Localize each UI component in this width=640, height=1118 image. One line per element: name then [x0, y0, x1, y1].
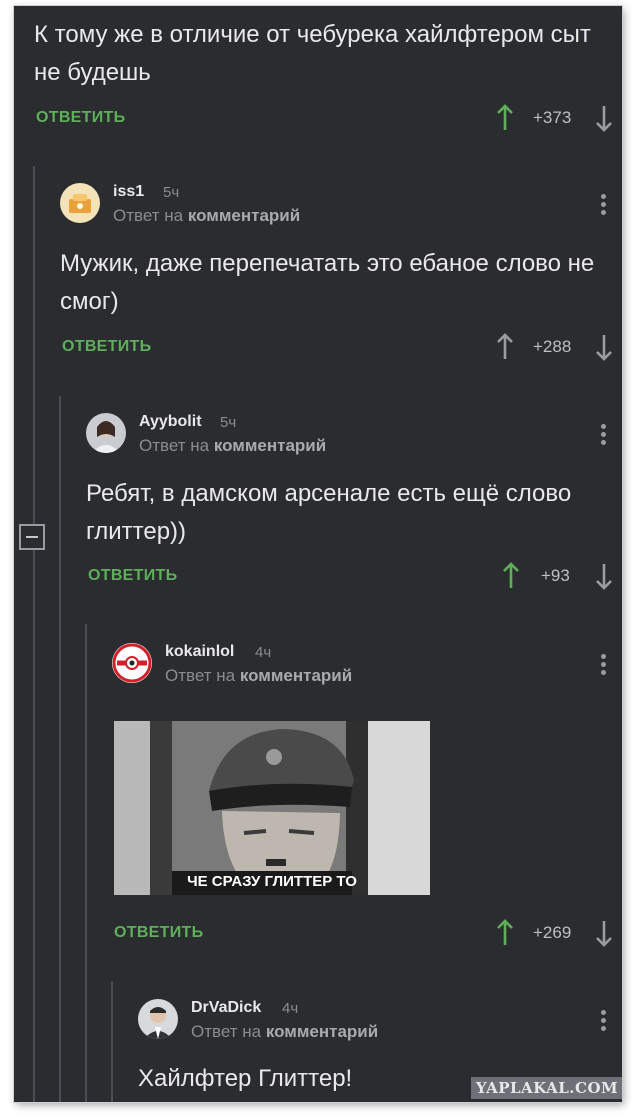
avatar[interactable] — [112, 643, 152, 683]
username[interactable]: iss1 — [113, 183, 144, 201]
reply-button[interactable]: ОТВЕТИТЬ — [114, 924, 203, 942]
reply-button[interactable]: ОТВЕТИТЬ — [88, 567, 177, 585]
upvote-icon[interactable] — [495, 919, 515, 947]
username[interactable]: kokainlol — [165, 643, 234, 661]
avatar[interactable] — [86, 413, 126, 453]
upvote-icon[interactable] — [495, 333, 515, 361]
thread-line — [59, 396, 61, 1102]
collapse-thread-button[interactable] — [19, 524, 45, 550]
comment-score: +288 — [533, 337, 572, 356]
comment-text: Ребят, в дамском арсенале есть ещё слово… — [86, 480, 572, 545]
reply-to: Ответ на комментарий — [113, 206, 300, 226]
downvote-icon[interactable] — [594, 104, 614, 132]
comment-score: +93 — [541, 566, 570, 585]
reply-to-link[interactable]: комментарий — [266, 1022, 378, 1041]
upvote-icon[interactable] — [501, 562, 521, 590]
reply-to: Ответ на комментарий — [139, 436, 326, 456]
reply-to: Ответ на комментарий — [165, 666, 352, 686]
meme-caption: ЧЕ СРАЗУ ГЛИТТЕР ТО — [187, 873, 357, 890]
meme-image[interactable]: ЧЕ СРАЗУ ГЛИТТЕР ТО — [114, 721, 430, 895]
reply-to-link[interactable]: комментарий — [240, 666, 352, 685]
reply-to-link[interactable]: комментарий — [188, 206, 300, 225]
more-options-icon[interactable] — [601, 654, 607, 678]
watermark-logo: YAPLAKAL.COM — [471, 1077, 622, 1099]
reply-to-prefix: Ответ на — [139, 436, 210, 455]
downvote-icon[interactable] — [594, 333, 614, 361]
more-options-icon[interactable] — [601, 194, 607, 218]
comment-time: 4ч — [255, 644, 272, 661]
username[interactable]: DrVaDick — [191, 999, 261, 1017]
downvote-icon[interactable] — [594, 562, 614, 590]
reply-button[interactable]: ОТВЕТИТЬ — [36, 109, 125, 127]
comment-time: 5ч — [220, 414, 237, 431]
comment-time: 5ч — [163, 184, 180, 201]
more-options-icon[interactable] — [601, 424, 607, 448]
comment-score: +373 — [533, 108, 572, 127]
more-options-icon[interactable] — [601, 1010, 607, 1034]
comment-score: +269 — [533, 923, 572, 942]
thread-line — [111, 981, 113, 1102]
reply-to-link[interactable]: комментарий — [214, 436, 326, 455]
avatar[interactable] — [60, 183, 100, 223]
comment-time: 4ч — [282, 1000, 299, 1017]
upvote-icon[interactable] — [495, 104, 515, 132]
thread-line — [85, 624, 87, 1102]
reply-to: Ответ на комментарий — [191, 1022, 378, 1042]
reply-to-prefix: Ответ на — [165, 666, 236, 685]
reply-to-prefix: Ответ на — [191, 1022, 262, 1041]
comment-text: Мужик, даже перепечатать это ебаное слов… — [60, 250, 595, 315]
reply-to-prefix: Ответ на — [113, 206, 184, 225]
downvote-icon[interactable] — [594, 919, 614, 947]
comment-text: К тому же в отличие от чебурека хайлфтер… — [34, 21, 591, 86]
avatar[interactable] — [138, 999, 178, 1039]
thread-line — [33, 166, 35, 1102]
comment-thread: К тому же в отличие от чебурека хайлфтер… — [14, 6, 622, 1102]
username[interactable]: Ayybolit — [139, 413, 202, 431]
reply-button[interactable]: ОТВЕТИТЬ — [62, 338, 151, 356]
